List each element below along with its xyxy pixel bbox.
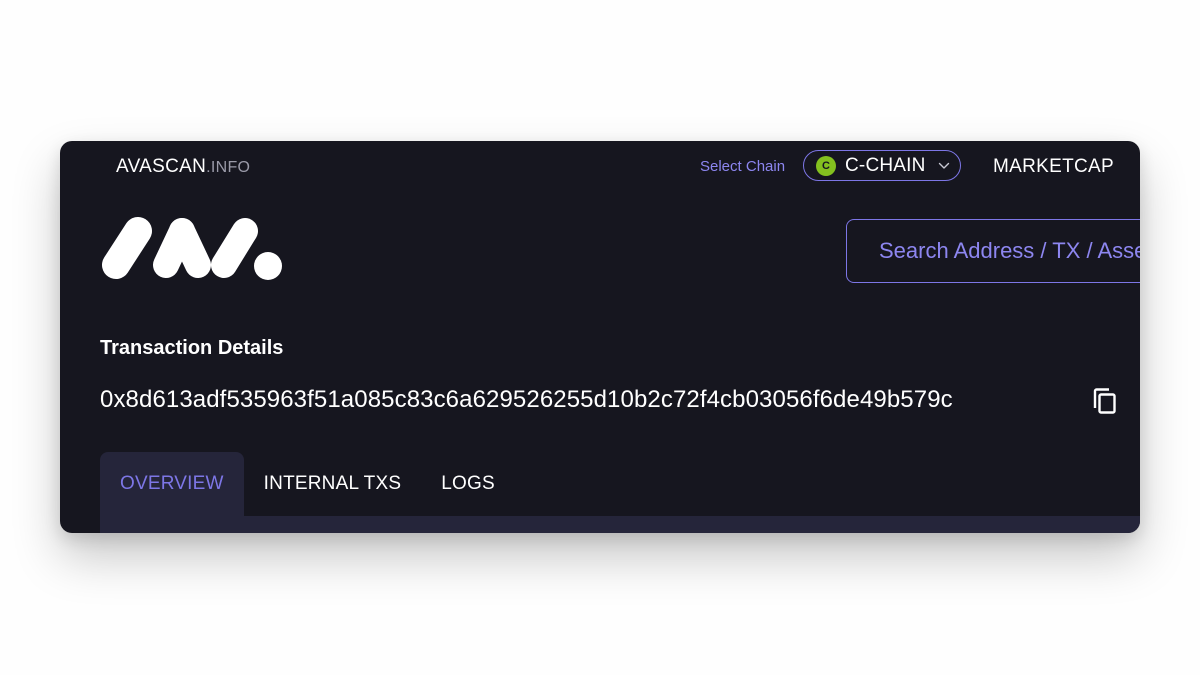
- stage: AVASCAN.INFO Select Chain C C-CHAIN MARK…: [0, 0, 1200, 675]
- tab-panel: [100, 516, 1140, 533]
- brand-suffix: .INFO: [206, 159, 251, 176]
- brand-wordmark[interactable]: AVASCAN.INFO: [116, 156, 250, 178]
- tab-internal-txs[interactable]: INTERNAL TXS: [244, 452, 422, 516]
- select-chain-label: Select Chain: [700, 158, 786, 175]
- nav-marketcap[interactable]: MARKETCAP: [993, 156, 1114, 178]
- tab-overview[interactable]: OVERVIEW: [100, 452, 244, 516]
- tab-logs[interactable]: LOGS: [421, 452, 515, 516]
- copy-icon[interactable]: [1092, 387, 1118, 415]
- search-input[interactable]: [846, 219, 1140, 283]
- brand-name: AVASCAN: [116, 156, 207, 177]
- avascan-logo-icon[interactable]: [100, 217, 282, 281]
- chain-label: C-CHAIN: [845, 154, 926, 176]
- chevron-down-icon: [938, 160, 950, 172]
- transaction-hash: 0x8d613adf535963f51a085c83c6a629526255d1…: [100, 386, 953, 413]
- chain-badge-icon: C: [816, 155, 836, 176]
- chain-selector[interactable]: C C-CHAIN: [803, 150, 961, 181]
- page-title: Transaction Details: [100, 337, 284, 359]
- app-window: AVASCAN.INFO Select Chain C C-CHAIN MARK…: [60, 141, 1140, 533]
- tab-bar: OVERVIEW INTERNAL TXS LOGS: [100, 452, 515, 516]
